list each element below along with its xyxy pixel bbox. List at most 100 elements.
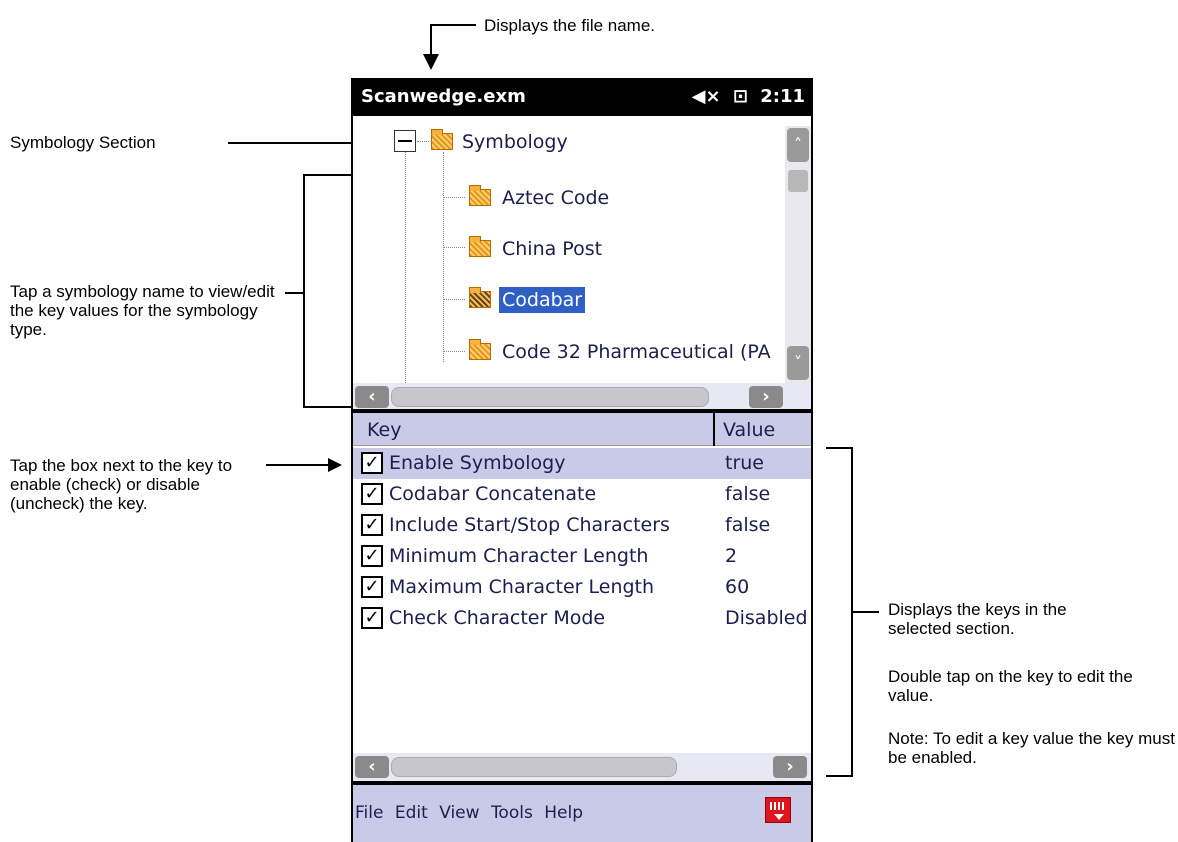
tree-connector bbox=[443, 351, 465, 352]
tree-node-label: Aztec Code bbox=[502, 187, 610, 209]
window-title: Scanwedge.exm bbox=[361, 86, 526, 107]
annotation-displays-keys: Displays the keys in the selected sectio… bbox=[888, 600, 1067, 638]
tree-connector bbox=[417, 141, 429, 142]
column-header-key[interactable]: Key bbox=[367, 419, 401, 441]
collapse-toggle[interactable] bbox=[394, 130, 416, 152]
annotation-note: Note: To edit a key value the key must b… bbox=[888, 729, 1175, 767]
menu-items: File Edit View Tools Help bbox=[355, 803, 589, 823]
annotation-tap-box: Tap the box next to the key to enable (c… bbox=[10, 456, 233, 513]
battery-charging-icon[interactable]: ⊡ bbox=[733, 86, 748, 107]
key-name: Maximum Character Length bbox=[389, 576, 655, 598]
callout-line bbox=[430, 24, 476, 26]
scroll-thumb[interactable] bbox=[391, 757, 677, 777]
key-name: Enable Symbology bbox=[389, 452, 566, 474]
list-row[interactable]: ✓ Minimum Character Length 2 bbox=[353, 541, 811, 572]
list-header: Key Value bbox=[353, 413, 811, 446]
list-horizontal-scrollbar[interactable]: ‹ › bbox=[353, 753, 811, 781]
menu-edit[interactable]: Edit bbox=[395, 803, 428, 823]
menu-view[interactable]: View bbox=[439, 803, 479, 823]
key-value: true bbox=[725, 452, 764, 474]
symbology-tree: Symbology Aztec Code China Post Codabar … bbox=[353, 116, 811, 411]
scroll-left-icon[interactable]: ‹ bbox=[355, 386, 389, 408]
tree-node-label: Symbology bbox=[462, 131, 568, 153]
callout-line bbox=[266, 464, 330, 466]
scroll-right-icon[interactable]: › bbox=[773, 756, 807, 778]
menu-tools[interactable]: Tools bbox=[491, 803, 533, 823]
status-icons: ◀× ⊡ 2:11 bbox=[686, 86, 805, 107]
tree-node-label: Codabar bbox=[499, 287, 586, 313]
tree-node-china-post[interactable]: China Post bbox=[467, 233, 727, 263]
list-row[interactable]: ✓ Enable Symbology true bbox=[353, 448, 811, 479]
bracket-line bbox=[826, 447, 853, 449]
key-checkbox[interactable]: ✓ bbox=[361, 576, 383, 598]
tree-connector bbox=[443, 152, 444, 362]
scroll-thumb[interactable] bbox=[788, 170, 808, 192]
scroll-thumb[interactable] bbox=[391, 387, 709, 407]
tree-node-label: Code 32 Pharmaceutical (PA bbox=[502, 341, 771, 363]
status-bar: Scanwedge.exm ◀× ⊡ 2:11 bbox=[353, 78, 811, 116]
key-value: 2 bbox=[725, 545, 738, 567]
key-name: Minimum Character Length bbox=[389, 545, 649, 567]
annotation-file-name: Displays the file name. bbox=[484, 16, 656, 35]
key-checkbox[interactable]: ✓ bbox=[361, 483, 383, 505]
column-separator[interactable] bbox=[713, 413, 715, 446]
tree-connector bbox=[443, 247, 465, 248]
device-screen: Scanwedge.exm ◀× ⊡ 2:11 Symbology Aztec … bbox=[351, 78, 813, 842]
clock-time[interactable]: 2:11 bbox=[760, 86, 805, 107]
folder-open-icon bbox=[469, 287, 491, 308]
tree-node-codabar[interactable]: Codabar bbox=[467, 284, 727, 314]
folder-icon bbox=[469, 185, 491, 206]
scroll-right-icon[interactable]: › bbox=[749, 386, 783, 408]
tree-connector bbox=[405, 152, 406, 411]
list-row[interactable]: ✓ Check Character Mode Disabled bbox=[353, 603, 811, 634]
tree-connector bbox=[443, 197, 465, 198]
callout-line bbox=[430, 24, 432, 56]
key-value: 60 bbox=[725, 576, 750, 598]
speaker-muted-icon[interactable]: ◀× bbox=[692, 86, 721, 107]
key-value-list: Key Value ✓ Enable Symbology true ✓ Coda… bbox=[353, 413, 811, 781]
bracket-line bbox=[303, 406, 353, 408]
annotation-double-tap: Double tap on the key to edit the value. bbox=[888, 667, 1133, 705]
keyboard-icon[interactable] bbox=[765, 797, 791, 823]
callout-arrowhead bbox=[423, 54, 439, 70]
key-checkbox[interactable]: ✓ bbox=[361, 545, 383, 567]
list-row[interactable]: ✓ Codabar Concatenate false bbox=[353, 479, 811, 510]
callout-line bbox=[228, 142, 364, 144]
list-row[interactable]: ✓ Maximum Character Length 60 bbox=[353, 572, 811, 603]
key-value: false bbox=[725, 514, 771, 536]
annotation-tap-symbology: Tap a symbology name to view/edit the ke… bbox=[10, 282, 275, 339]
tree-node-label: China Post bbox=[502, 238, 603, 260]
key-value: false bbox=[725, 483, 771, 505]
column-header-value[interactable]: Value bbox=[723, 419, 775, 441]
key-checkbox[interactable]: ✓ bbox=[361, 452, 383, 474]
list-row[interactable]: ✓ Include Start/Stop Characters false bbox=[353, 510, 811, 541]
scroll-down-icon[interactable]: ˅ bbox=[787, 346, 809, 380]
menu-bar: File Edit View Tools Help bbox=[353, 785, 811, 842]
tree-node-code-32[interactable]: Code 32 Pharmaceutical (PA bbox=[467, 336, 787, 366]
tree-node-aztec-code[interactable]: Aztec Code bbox=[467, 182, 727, 212]
key-name: Include Start/Stop Characters bbox=[389, 514, 670, 536]
bracket-line bbox=[826, 775, 853, 777]
bracket-line bbox=[303, 174, 305, 408]
scroll-left-icon[interactable]: ‹ bbox=[355, 756, 389, 778]
folder-icon bbox=[431, 129, 453, 150]
key-checkbox[interactable]: ✓ bbox=[361, 514, 383, 536]
menu-file[interactable]: File bbox=[355, 803, 383, 823]
scroll-up-icon[interactable]: ˄ bbox=[787, 128, 809, 162]
key-name: Check Character Mode bbox=[389, 607, 606, 629]
tree-node-symbology[interactable]: Symbology bbox=[429, 126, 649, 156]
folder-icon bbox=[469, 236, 491, 257]
key-name: Codabar Concatenate bbox=[389, 483, 597, 505]
annotation-symbology-section: Symbology Section bbox=[10, 133, 156, 152]
tree-horizontal-scrollbar[interactable]: ‹ › bbox=[353, 383, 811, 411]
bracket-line bbox=[853, 611, 879, 613]
key-value: Disabled bbox=[725, 607, 808, 629]
bracket-line bbox=[285, 292, 303, 294]
tree-vertical-scrollbar[interactable]: ˄ ˅ bbox=[785, 126, 811, 383]
menu-help[interactable]: Help bbox=[544, 803, 583, 823]
bracket-line bbox=[303, 174, 353, 176]
tree-connector bbox=[443, 299, 465, 300]
callout-arrowhead bbox=[328, 458, 342, 472]
key-checkbox[interactable]: ✓ bbox=[361, 607, 383, 629]
folder-icon bbox=[469, 339, 491, 360]
